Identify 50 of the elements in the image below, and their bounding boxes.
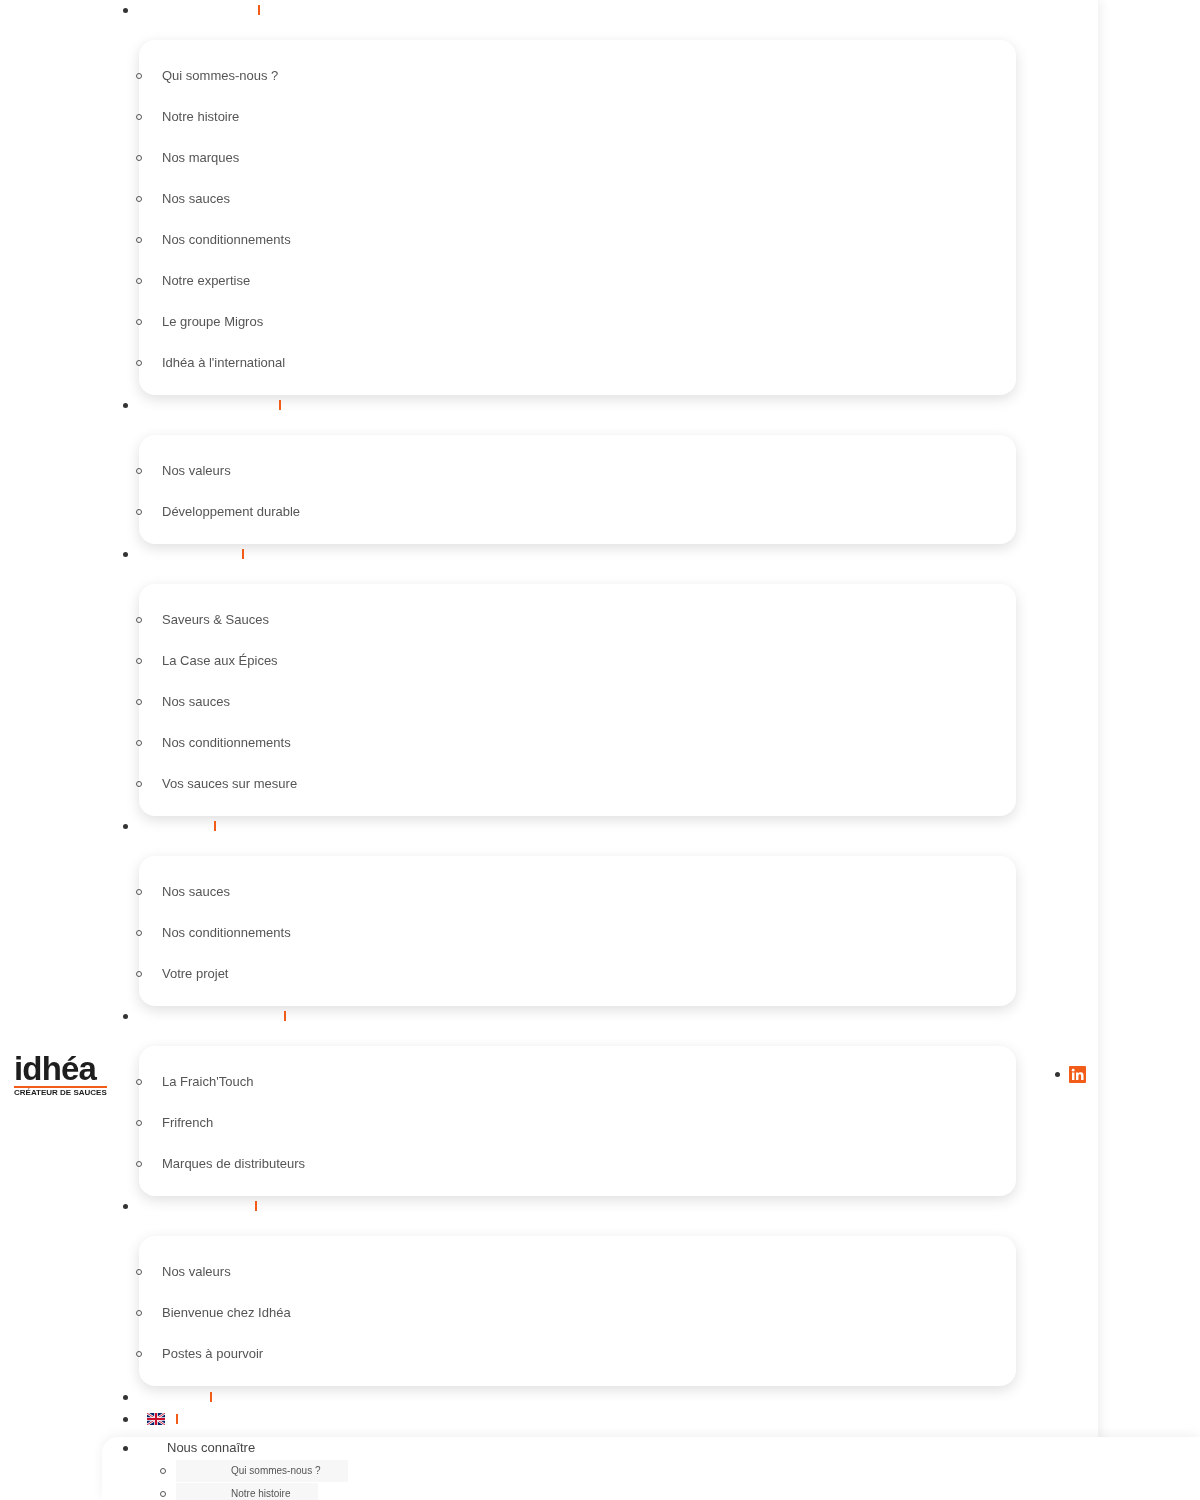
logo[interactable]: idhéa CRÉATEUR DE SAUCES [14,1052,107,1098]
separator-mark [284,1011,286,1021]
submenu-link[interactable]: Notre histoire [176,1482,319,1500]
menu-link[interactable]: Nos sauces [162,691,230,712]
bullet-icon [123,402,128,408]
menu-link[interactable]: Marques de distributeurs [162,1153,306,1174]
separator-mark [176,1414,178,1424]
separator-mark [210,1392,212,1402]
menu-link[interactable]: Nos marques [162,147,240,168]
separator-mark [255,1201,257,1211]
menu-link[interactable]: Notre histoire [162,106,240,127]
menu-link[interactable]: Qui sommes-nous ? [162,65,279,86]
menu-link[interactable]: Postes à pourvoir [162,1343,264,1364]
bullet-icon [123,551,128,557]
menu-link[interactable]: La Case aux Épices [162,650,278,671]
menu-link[interactable]: Nos valeurs [162,1261,231,1282]
menu-link[interactable]: Nos sauces [162,881,230,902]
bullet-icon [123,1203,128,1209]
submenu-link[interactable]: Qui sommes-nous ? [176,1459,349,1482]
menu-link[interactable]: Votre projet [162,963,229,984]
menu-link[interactable]: Développement durable [162,501,301,522]
logo-tagline: CRÉATEUR DE SAUCES [14,1088,107,1098]
menu-link[interactable]: Idhéa à l'international [162,352,286,373]
bullet-icon [123,823,128,829]
menu-link[interactable]: Vos sauces sur mesure [162,773,298,794]
menu-link[interactable]: Le groupe Migros [162,311,264,332]
menu-link[interactable]: Notre expertise [162,270,251,291]
menu-link[interactable]: Frifrench [162,1112,214,1133]
separator-mark [242,549,244,559]
bullet-icon [1055,1071,1060,1077]
bullet-icon [123,1013,128,1019]
menu-link[interactable]: Nos valeurs [162,460,231,481]
flag-icon[interactable] [147,1413,165,1425]
menu-link[interactable]: Nos conditionnements [162,229,291,250]
menu-link[interactable]: Saveurs & Sauces [162,609,269,630]
bullet-icon [123,1445,128,1451]
logo-wordmark: idhéa [14,1052,97,1086]
menu-heading[interactable]: Nous connaître [167,1438,256,1458]
menu-link[interactable]: Bienvenue chez Idhéa [162,1302,291,1323]
bullet-icon [123,1394,128,1400]
bullet-icon [123,1416,128,1422]
bullet-icon [123,7,128,13]
separator-mark [214,821,216,831]
separator-mark [258,5,260,15]
menu-link[interactable]: Nos conditionnements [162,922,291,943]
menu-link[interactable]: Nos sauces [162,188,230,209]
linkedin-icon[interactable] [1069,1066,1086,1083]
menu-link[interactable]: Nos conditionnements [162,732,291,753]
menu-link[interactable]: La Fraich'Touch [162,1071,254,1092]
separator-mark [279,400,281,410]
